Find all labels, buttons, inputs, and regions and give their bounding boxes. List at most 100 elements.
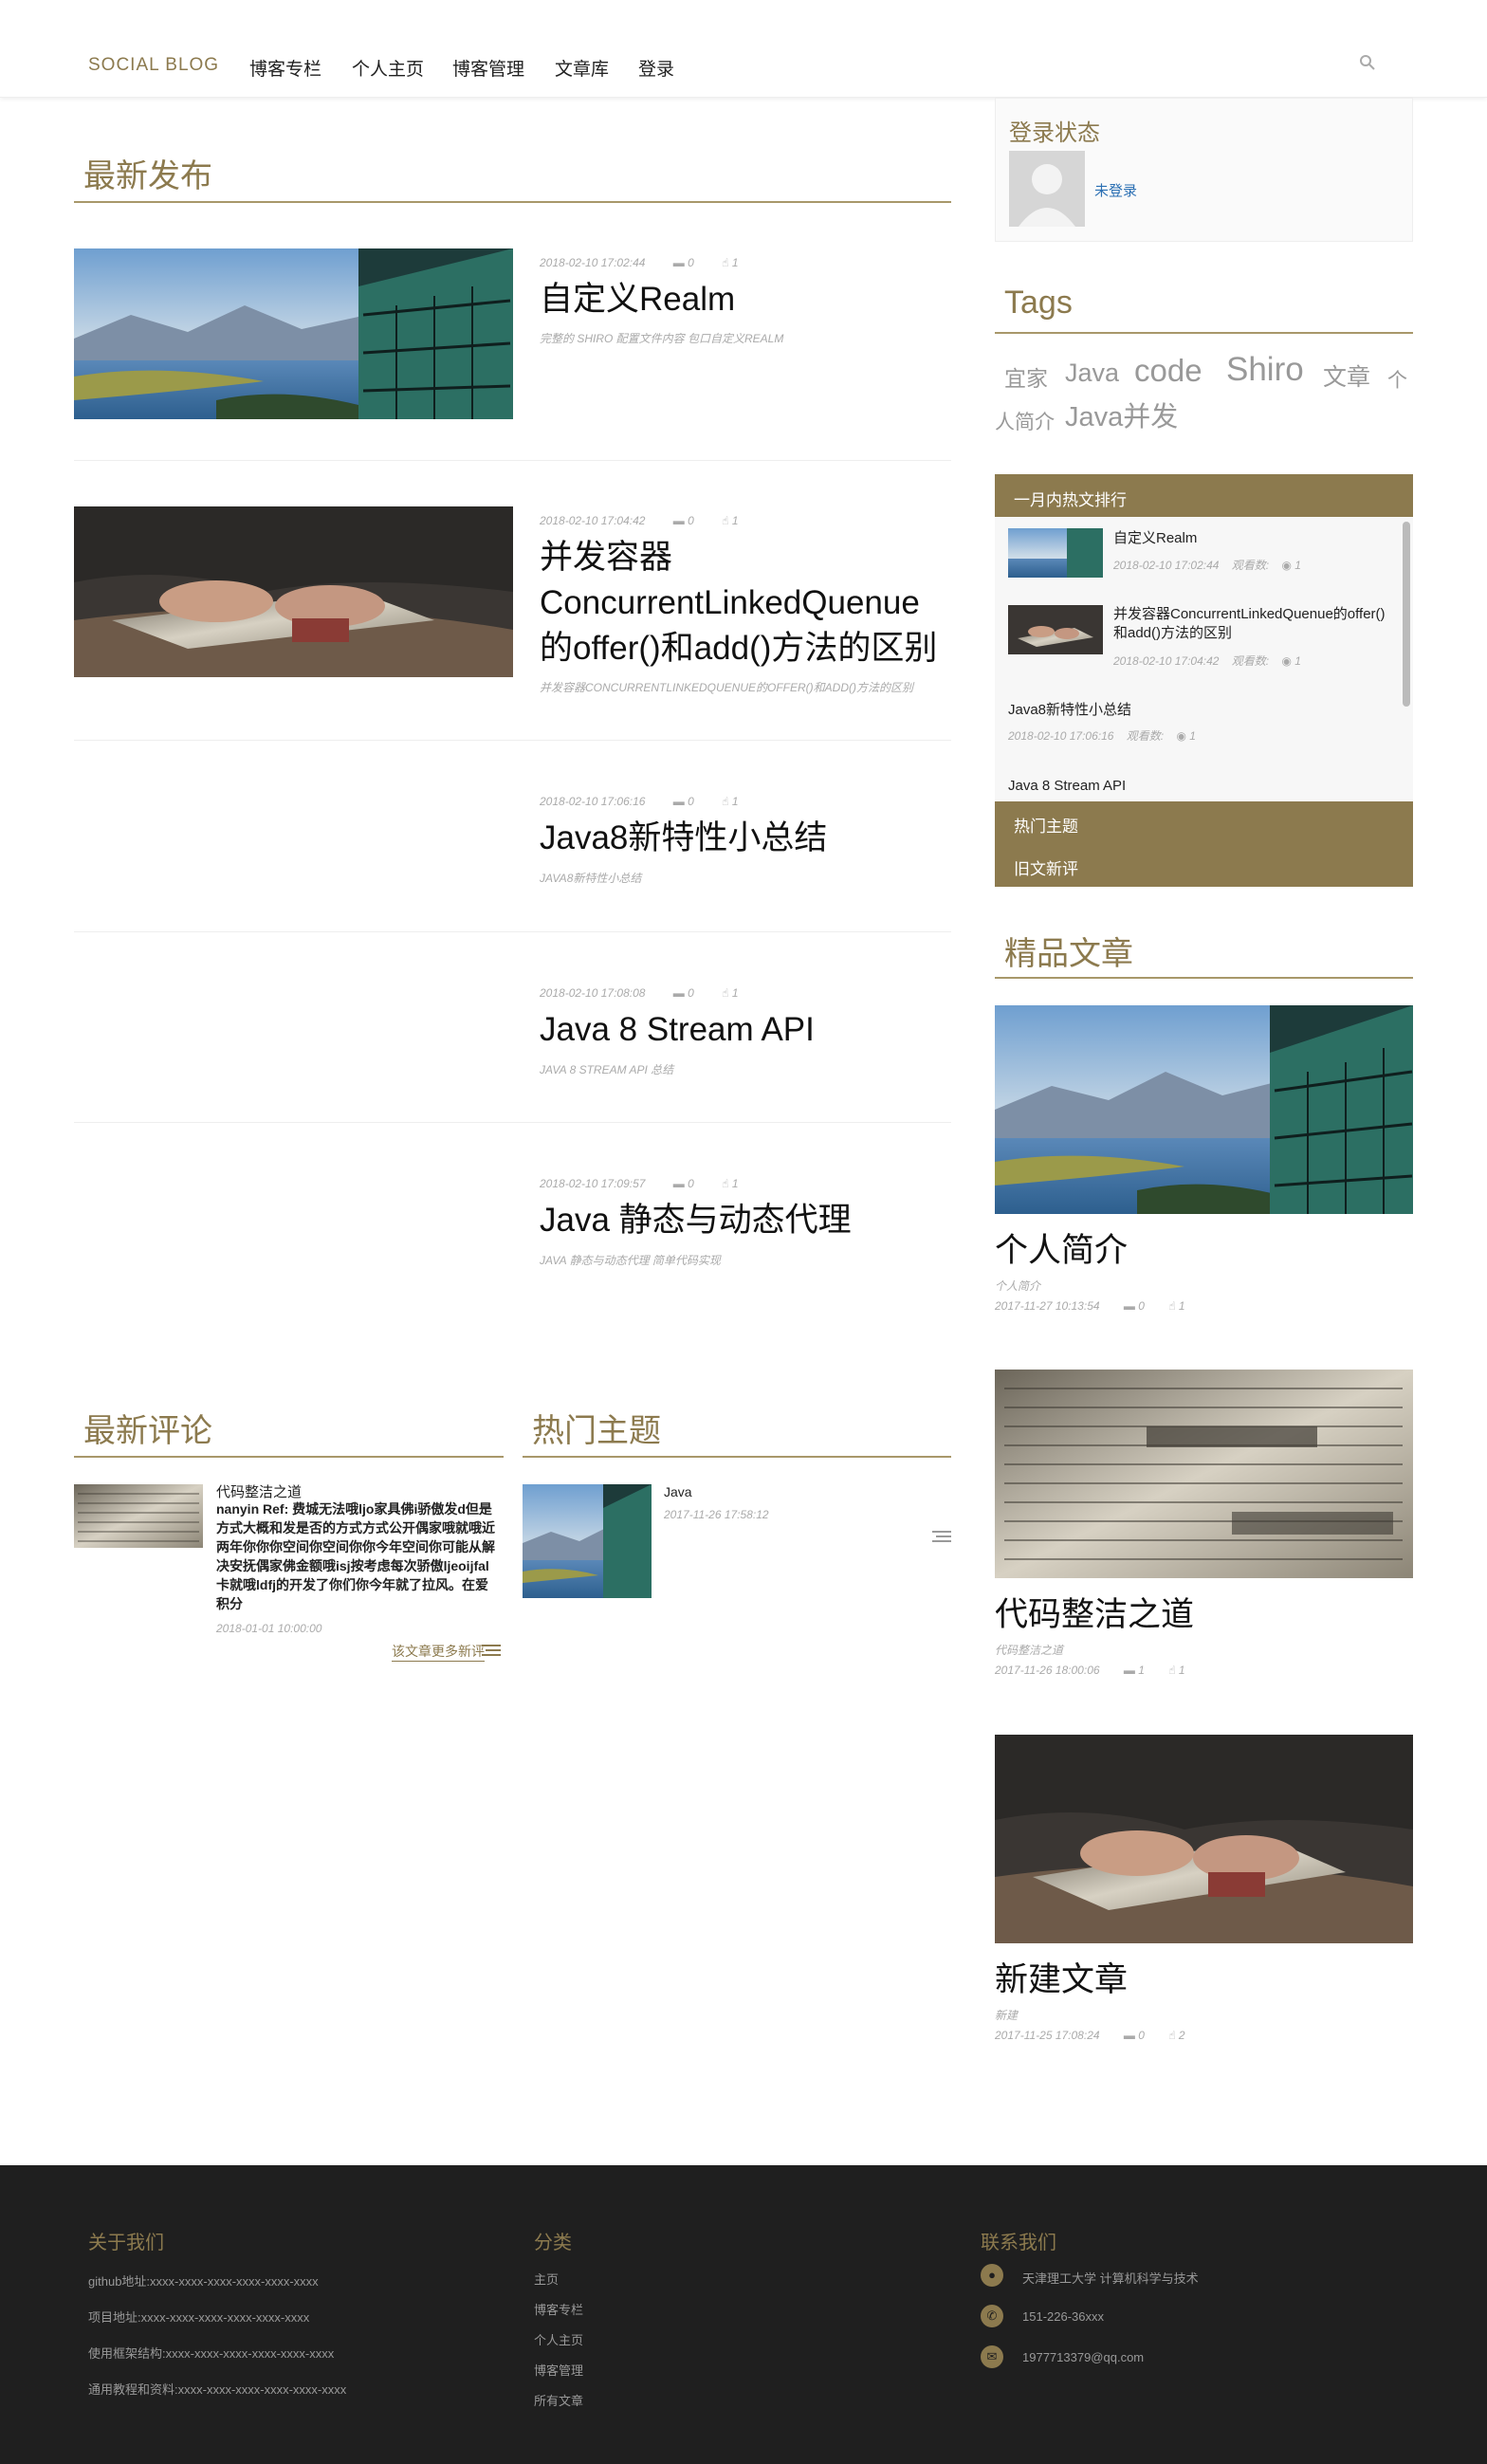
tab-hot-topics[interactable]: 热门主题 bbox=[995, 801, 1413, 844]
footer-email[interactable]: 1977713379@qq.com bbox=[1022, 2350, 1144, 2364]
topic-title[interactable]: Java bbox=[664, 1484, 692, 1499]
like-count: 1 bbox=[731, 986, 739, 1000]
hot-item-title[interactable]: 自定义Realm bbox=[1113, 529, 1197, 548]
post-title[interactable]: Java 8 Stream API bbox=[540, 1007, 947, 1053]
search-icon[interactable] bbox=[1358, 53, 1377, 72]
like-icon: ☝ bbox=[722, 986, 729, 1000]
hot-articles-panel: 一月内热文排行 自定义Realm 2018-02-10 17:02:44 观看数… bbox=[995, 474, 1413, 887]
post-thumbnail[interactable] bbox=[74, 248, 513, 419]
comment-body: nanyin Ref: 费城无法哦ljo家具佛i骄傲发d但是方式大概和发是否的方… bbox=[216, 1501, 495, 1611]
post-meta: 2018-02-10 17:09:57 ▬ 0 ☝ 1 bbox=[540, 1177, 739, 1190]
location-icon: ● bbox=[981, 2264, 1003, 2287]
footer-category-link[interactable]: 个人主页 bbox=[534, 2330, 583, 2348]
divider bbox=[74, 460, 951, 461]
footer-address: 天津理工大学 计算机科学与技术 bbox=[1022, 2271, 1199, 2286]
divider bbox=[74, 740, 951, 741]
hot-item-title[interactable]: 并发容器ConcurrentLinkedQuenue的offer()和add()… bbox=[1113, 605, 1388, 643]
footer-categories-heading: 分类 bbox=[534, 2233, 572, 2253]
comment-count: 0 bbox=[688, 256, 694, 269]
footer-about-line: 使用框架结构:xxxx-xxxx-xxxx-xxxx-xxxx-xxxx bbox=[88, 2346, 335, 2361]
footer-category-link[interactable]: 博客管理 bbox=[534, 2361, 583, 2379]
post-thumbnail[interactable] bbox=[74, 506, 513, 677]
nav-item-article-library[interactable]: 文章库 bbox=[555, 55, 609, 81]
comment-icon: ▬ bbox=[672, 986, 685, 1000]
post-meta: 2018-02-10 17:06:16 ▬ 0 ☝ 1 bbox=[540, 795, 739, 808]
featured-heading: 精品文章 bbox=[1004, 936, 1133, 972]
post-meta: 2018-02-10 17:02:44 ▬ 0 ☝ 1 bbox=[540, 256, 739, 269]
hot-item-thumbnail[interactable] bbox=[1008, 528, 1103, 578]
like-icon: ☝ bbox=[722, 795, 729, 808]
post-title[interactable]: 并发容器ConcurrentLinkedQuenue的offer()和add()… bbox=[540, 535, 947, 671]
scrollbar[interactable] bbox=[1403, 522, 1410, 707]
comment-icon: ▬ bbox=[1123, 1664, 1135, 1677]
comment-icon: ▬ bbox=[672, 795, 685, 808]
like-icon: ☝ bbox=[722, 256, 729, 269]
post-summary: 完整的 SHIRO 配置文件内容 包口自定义REALM bbox=[540, 332, 784, 345]
featured-summary: 个人简介 bbox=[995, 1279, 1041, 1293]
list-icon[interactable] bbox=[932, 1530, 951, 1543]
post-date: 2018-02-10 17:06:16 bbox=[540, 795, 646, 808]
topic-thumbnail[interactable] bbox=[523, 1484, 652, 1598]
comments-heading: 最新评论 bbox=[83, 1413, 212, 1449]
divider bbox=[995, 977, 1413, 979]
footer-about-line: 项目地址:xxxx-xxxx-xxxx-xxxx-xxxx-xxxx bbox=[88, 2310, 310, 2325]
divider bbox=[74, 1122, 951, 1123]
tag-link[interactable]: 个人简介 bbox=[995, 360, 1413, 444]
nav-item-blog-admin[interactable]: 博客管理 bbox=[452, 55, 524, 81]
footer-category-link[interactable]: 博客专栏 bbox=[534, 2300, 583, 2318]
latest-heading: 最新发布 bbox=[83, 158, 212, 194]
footer-category-link[interactable]: 所有文章 bbox=[534, 2391, 583, 2409]
featured-thumbnail[interactable] bbox=[995, 1005, 1413, 1214]
nav-item-home[interactable]: 个人主页 bbox=[352, 55, 424, 81]
hot-item-meta: 2018-02-10 17:04:42 观看数: ◉ 1 bbox=[1113, 654, 1301, 668]
post-title[interactable]: Java8新特性小总结 bbox=[540, 816, 947, 861]
featured-title[interactable]: 代码整洁之道 bbox=[995, 1588, 1194, 1636]
featured-thumbnail[interactable] bbox=[995, 1735, 1413, 1943]
comment-count: 0 bbox=[688, 1177, 694, 1190]
phone-icon: ✆ bbox=[981, 2305, 1003, 2327]
avatar bbox=[1009, 151, 1085, 227]
featured-summary: 新建 bbox=[995, 2009, 1019, 2022]
hot-item-title[interactable]: Java 8 Stream API bbox=[1008, 777, 1126, 796]
comment-date: 2018-01-01 10:00:00 bbox=[216, 1622, 322, 1635]
comment-thumbnail[interactable] bbox=[74, 1484, 203, 1548]
comment-icon: ▬ bbox=[672, 514, 685, 527]
like-icon: ☝ bbox=[722, 1177, 729, 1190]
footer-contact-heading: 联系我们 bbox=[981, 2233, 1056, 2253]
tab-old-articles[interactable]: 旧文新评 bbox=[995, 844, 1413, 887]
comment-count: 0 bbox=[688, 986, 694, 1000]
nav-item-blog-column[interactable]: 博客专栏 bbox=[249, 55, 321, 81]
featured-title[interactable]: 个人简介 bbox=[995, 1223, 1128, 1272]
divider bbox=[74, 931, 951, 932]
post-title[interactable]: Java 静态与动态代理 bbox=[540, 1198, 947, 1243]
nav-item-login[interactable]: 登录 bbox=[638, 55, 674, 81]
brand-link[interactable]: SOCIAL BLOG bbox=[88, 55, 219, 76]
featured-title[interactable]: 新建文章 bbox=[995, 1953, 1128, 2001]
like-icon: ☝ bbox=[1168, 2029, 1176, 2042]
post-title[interactable]: 自定义Realm bbox=[540, 277, 947, 322]
footer-about-heading: 关于我们 bbox=[88, 2233, 164, 2253]
hot-item-title[interactable]: Java8新特性小总结 bbox=[1008, 701, 1131, 720]
footer: 关于我们 github地址:xxxx-xxxx-xxxx-xxxx-xxxx-x… bbox=[0, 2165, 1487, 2464]
more-comments-link[interactable]: 该文章更多新评 bbox=[392, 1642, 485, 1662]
hot-item-thumbnail[interactable] bbox=[1008, 605, 1103, 654]
login-status-link[interactable]: 未登录 bbox=[1094, 180, 1137, 200]
footer-about-line: github地址:xxxx-xxxx-xxxx-xxxx-xxxx-xxxx bbox=[88, 2274, 319, 2289]
login-status-panel: 登录状态 未登录 bbox=[995, 98, 1413, 242]
list-icon[interactable] bbox=[482, 1644, 501, 1657]
tag-link[interactable]: Java并发 bbox=[1065, 395, 1178, 434]
comment-article-title[interactable]: 代码整洁之道 bbox=[216, 1481, 302, 1501]
comment-icon: ▬ bbox=[672, 1177, 685, 1190]
post-meta: 2018-02-10 17:08:08 ▬ 0 ☝ 1 bbox=[540, 986, 739, 1000]
post-summary: JAVA 静态与动态代理 简单代码实现 bbox=[540, 1254, 721, 1267]
hot-articles-list: 自定义Realm 2018-02-10 17:02:44 观看数: ◉ 1 并发… bbox=[995, 517, 1413, 801]
comment-icon: ▬ bbox=[1123, 1299, 1135, 1313]
footer-about-line: 通用教程和资料:xxxx-xxxx-xxxx-xxxx-xxxx-xxxx bbox=[88, 2382, 347, 2397]
footer-category-link[interactable]: 主页 bbox=[534, 2270, 559, 2288]
hot-articles-heading[interactable]: 一月内热文排行 bbox=[995, 474, 1413, 517]
post-summary: 并发容器CONCURRENTLINKEDQUENUE的OFFER()和ADD()… bbox=[540, 681, 914, 694]
post-date: 2018-02-10 17:02:44 bbox=[540, 256, 646, 269]
featured-thumbnail[interactable] bbox=[995, 1370, 1413, 1578]
divider bbox=[74, 1456, 504, 1458]
comment-count: 0 bbox=[688, 514, 694, 527]
